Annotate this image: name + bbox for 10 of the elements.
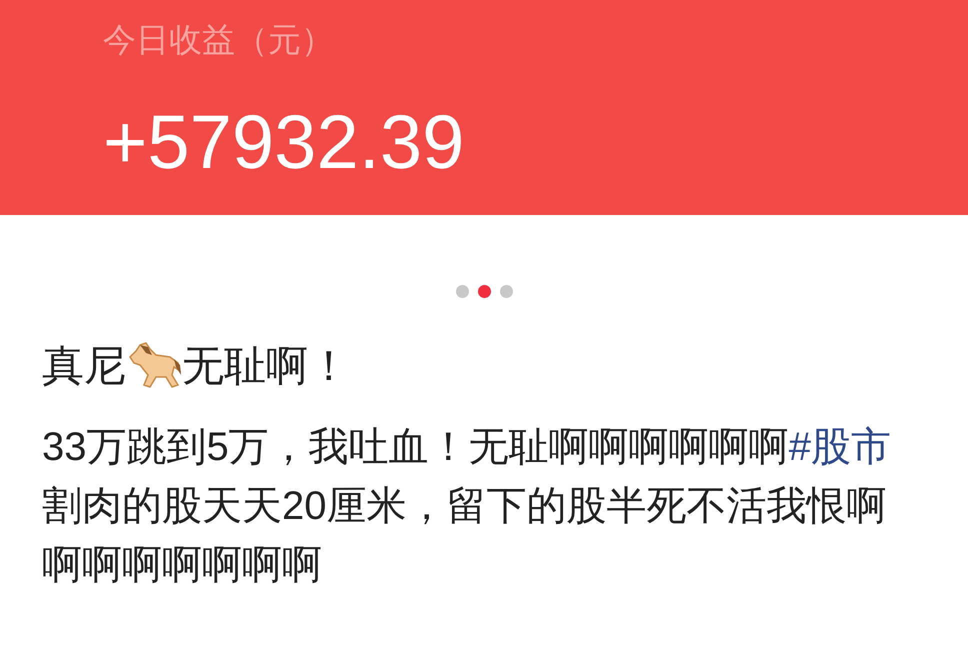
- earnings-amount: +57932.39: [103, 99, 466, 187]
- carousel-dot[interactable]: [500, 285, 512, 298]
- hashtag-link[interactable]: #股市: [788, 425, 891, 469]
- post-title: 无耻啊！: [182, 341, 350, 391]
- carousel-dot[interactable]: [456, 285, 468, 298]
- horse-icon: [126, 341, 182, 391]
- earnings-label: 今日收益（元）: [103, 20, 335, 60]
- post-body: 33万跳到5万，我吐血！无耻啊啊啊啊啊啊#股市 割肉的股天天20厘米，留下的股半死不活我恨啊啊啊啊啊啊啊啊: [42, 424, 892, 589]
- post-title: 真尼: [42, 341, 126, 391]
- carousel-dot[interactable]: [478, 285, 490, 298]
